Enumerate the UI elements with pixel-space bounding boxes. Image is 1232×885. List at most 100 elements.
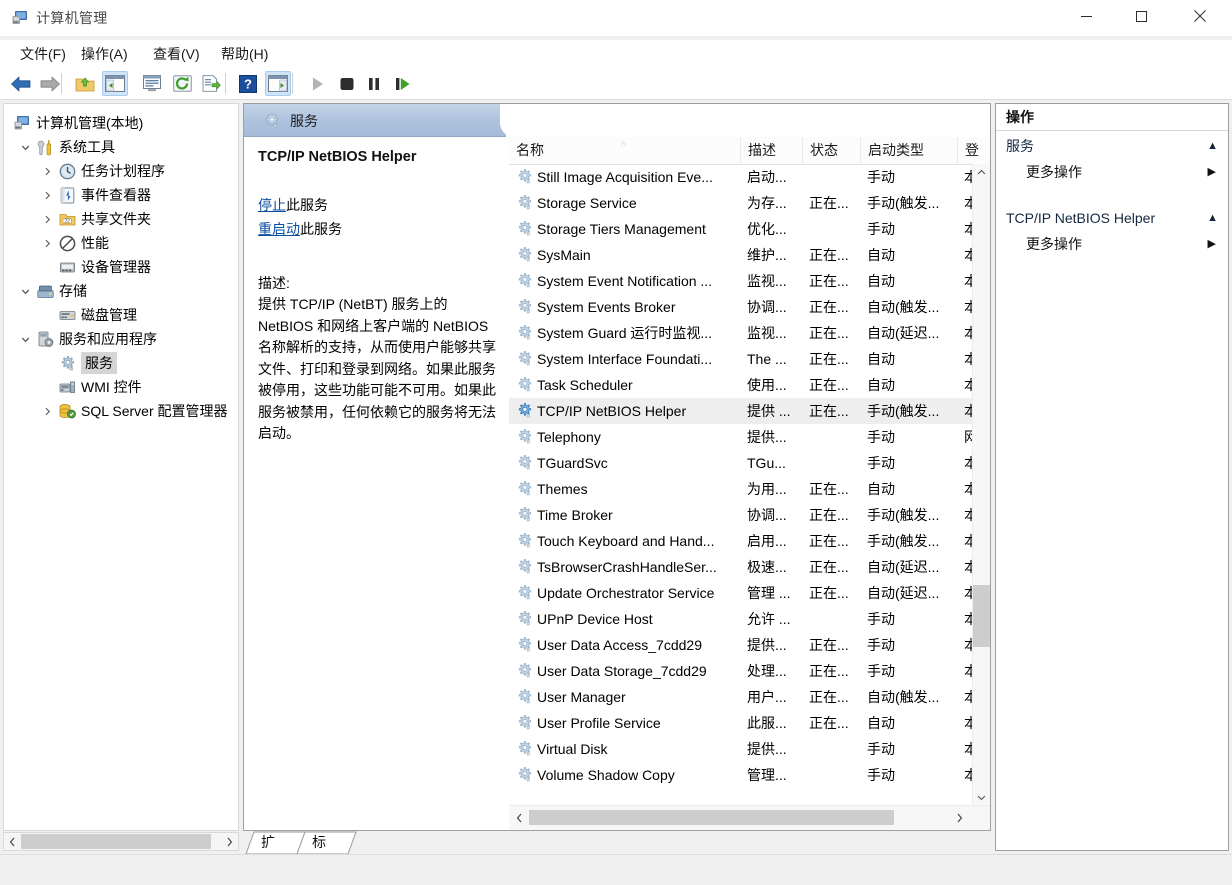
close-button[interactable] — [1177, 0, 1223, 32]
hscroll-right-button[interactable] — [951, 809, 968, 826]
hscroll-thumb[interactable] — [529, 810, 894, 825]
scroll-thumb[interactable] — [973, 585, 990, 647]
scroll-down-button[interactable] — [973, 789, 990, 806]
service-row[interactable]: User Manager用户...正在...自动(触发...本 — [509, 684, 990, 710]
service-status-cell — [809, 450, 857, 476]
stop-service-link[interactable]: 停止 — [258, 197, 286, 213]
tree-twisty-services-and-applications[interactable] — [18, 327, 32, 351]
service-row[interactable]: System Event Notification ...监视...正在...自… — [509, 268, 990, 294]
export-list-button[interactable] — [198, 71, 224, 96]
help-button[interactable]: ? — [235, 71, 261, 96]
service-row[interactable]: Storage Tiers Management优化...手动本 — [509, 216, 990, 242]
scroll-up-button[interactable] — [973, 164, 990, 181]
action-more-actions-service[interactable]: 更多操作 ▶ — [996, 231, 1228, 257]
service-row[interactable]: TsBrowserCrashHandleSer...极速...正在...自动(延… — [509, 554, 990, 580]
restart-service-button[interactable] — [390, 71, 416, 96]
services-vertical-scrollbar[interactable] — [972, 164, 990, 806]
column-header-name[interactable]: 名称 ^ — [509, 137, 741, 164]
service-row[interactable]: UPnP Device Host允许 ...手动本 — [509, 606, 990, 632]
svg-text:?: ? — [244, 76, 252, 91]
tree-twisty-event-viewer[interactable] — [40, 183, 54, 207]
service-status-cell: 正在... — [809, 528, 857, 554]
service-row[interactable]: Storage Service为存...正在...手动(触发...本 — [509, 190, 990, 216]
tree-twisty-shared-folders[interactable] — [40, 207, 54, 231]
menu-file[interactable]: 文件(F) — [14, 43, 72, 65]
tree-node-sql-server-config[interactable]: SQL Server 配置管理器 — [59, 399, 228, 423]
forward-button[interactable] — [37, 71, 63, 96]
tree-node-task-scheduler[interactable]: 任务计划程序 — [59, 159, 165, 183]
column-header-description[interactable]: 描述 — [741, 137, 803, 164]
actions-group-label: TCP/IP NetBIOS Helper — [1006, 205, 1155, 231]
tab-standard[interactable]: 标准 — [312, 831, 326, 853]
tree-scroll-right-button[interactable] — [221, 833, 238, 850]
service-description-cell: 启用... — [747, 528, 799, 554]
show-hide-console-tree-button[interactable] — [102, 71, 128, 96]
tree-scroll-thumb[interactable] — [21, 834, 211, 849]
tab-extended[interactable]: 扩展 — [261, 831, 275, 853]
show-action-pane-button[interactable] — [265, 71, 291, 96]
hscroll-left-button[interactable] — [511, 809, 528, 826]
column-header-status[interactable]: 状态 — [803, 137, 861, 164]
service-row[interactable]: TGuardSvcTGu...手动本 — [509, 450, 990, 476]
service-row[interactable]: TCP/IP NetBIOS Helper提供 ...正在...手动(触发...… — [509, 398, 990, 424]
services-apps-icon — [37, 331, 54, 348]
properties-button[interactable] — [139, 71, 165, 96]
column-header-startup-type[interactable]: 启动类型 — [861, 137, 958, 164]
service-row[interactable]: Themes为用...正在...自动本 — [509, 476, 990, 502]
pause-service-button[interactable] — [361, 71, 387, 96]
service-row[interactable]: User Data Storage_7cdd29处理...正在...手动本 — [509, 658, 990, 684]
service-row[interactable]: Virtual Disk提供...手动本 — [509, 736, 990, 762]
tree-node-label: 服务 — [81, 352, 117, 374]
service-row[interactable]: Touch Keyboard and Hand...启用...正在...手动(触… — [509, 528, 990, 554]
service-row[interactable]: Volume Shadow Copy管理...手动本 — [509, 762, 990, 788]
service-row[interactable]: Telephony提供...手动网 — [509, 424, 990, 450]
up-one-level-button[interactable] — [72, 71, 98, 96]
tree-node-system-tools[interactable]: 系统工具 — [37, 135, 115, 159]
tree-twisty-performance[interactable] — [40, 231, 54, 255]
service-row[interactable]: System Guard 运行时监视...监视...正在...自动(延迟...本 — [509, 320, 990, 346]
service-row[interactable]: Update Orchestrator Service管理 ...正在...自动… — [509, 580, 990, 606]
menu-view[interactable]: 查看(V) — [147, 43, 206, 65]
tree-twisty-sql-server-config[interactable] — [40, 399, 54, 423]
service-row[interactable]: Still Image Acquisition Eve...启动...手动本 — [509, 164, 990, 190]
restart-service-link[interactable]: 重启动 — [258, 221, 300, 237]
action-more-actions-services[interactable]: 更多操作 ▶ — [996, 159, 1228, 185]
service-startup-type-cell: 手动 — [867, 632, 961, 658]
tree-node-services-and-applications[interactable]: 服务和应用程序 — [37, 327, 157, 351]
tree-node-device-manager[interactable]: 设备管理器 — [59, 255, 151, 279]
actions-group-header-services[interactable]: 服务 ▲ — [996, 132, 1228, 158]
minimize-button[interactable] — [1063, 0, 1109, 32]
menu-help[interactable]: 帮助(H) — [215, 43, 274, 65]
tree-node-services[interactable]: 服务 — [59, 351, 117, 375]
stop-service-button[interactable] — [334, 71, 360, 96]
refresh-button[interactable] — [169, 71, 195, 96]
tree-node-wmi-control[interactable]: WMI 控件 — [59, 375, 142, 399]
tree-scroll-left-button[interactable] — [4, 833, 21, 850]
tree-node-storage[interactable]: 存储 — [37, 279, 87, 303]
maximize-button[interactable] — [1118, 0, 1164, 32]
service-row[interactable]: User Profile Service此服...正在...自动本 — [509, 710, 990, 736]
tree-node-event-viewer[interactable]: 事件查看器 — [59, 183, 151, 207]
service-row[interactable]: SysMain维护...正在...自动本 — [509, 242, 990, 268]
service-row[interactable]: System Events Broker协调...正在...自动(触发...本 — [509, 294, 990, 320]
tree-horizontal-scrollbar[interactable] — [3, 832, 239, 851]
menu-action[interactable]: 操作(A) — [75, 43, 134, 65]
tree-node-label: 性能 — [81, 233, 109, 253]
tree-node-performance[interactable]: 性能 — [59, 231, 109, 255]
tree-node-computer-management[interactable]: 计算机管理(本地) — [14, 111, 143, 135]
service-row[interactable]: System Interface Foundati...The ...正在...… — [509, 346, 990, 372]
service-gear-icon — [516, 168, 533, 185]
tree-node-shared-folders[interactable]: 22 共享文件夹 — [59, 207, 151, 231]
tree-twisty-storage[interactable] — [18, 279, 32, 303]
actions-group-header-tcpip-netbios-helper[interactable]: TCP/IP NetBIOS Helper ▲ — [996, 204, 1228, 230]
service-row[interactable]: User Data Access_7cdd29提供...正在...手动本 — [509, 632, 990, 658]
start-service-button[interactable] — [305, 71, 331, 96]
back-button[interactable] — [8, 71, 34, 96]
column-header-log-on-as[interactable]: 登 — [958, 137, 982, 164]
tree-node-disk-management[interactable]: 磁盘管理 — [59, 303, 137, 327]
service-row[interactable]: Time Broker协调...正在...手动(触发...本 — [509, 502, 990, 528]
service-row[interactable]: Task Scheduler使用...正在...自动本 — [509, 372, 990, 398]
tree-twisty-task-scheduler[interactable] — [40, 159, 54, 183]
services-horizontal-scrollbar[interactable] — [509, 805, 990, 830]
tree-twisty-system-tools[interactable] — [18, 135, 32, 159]
